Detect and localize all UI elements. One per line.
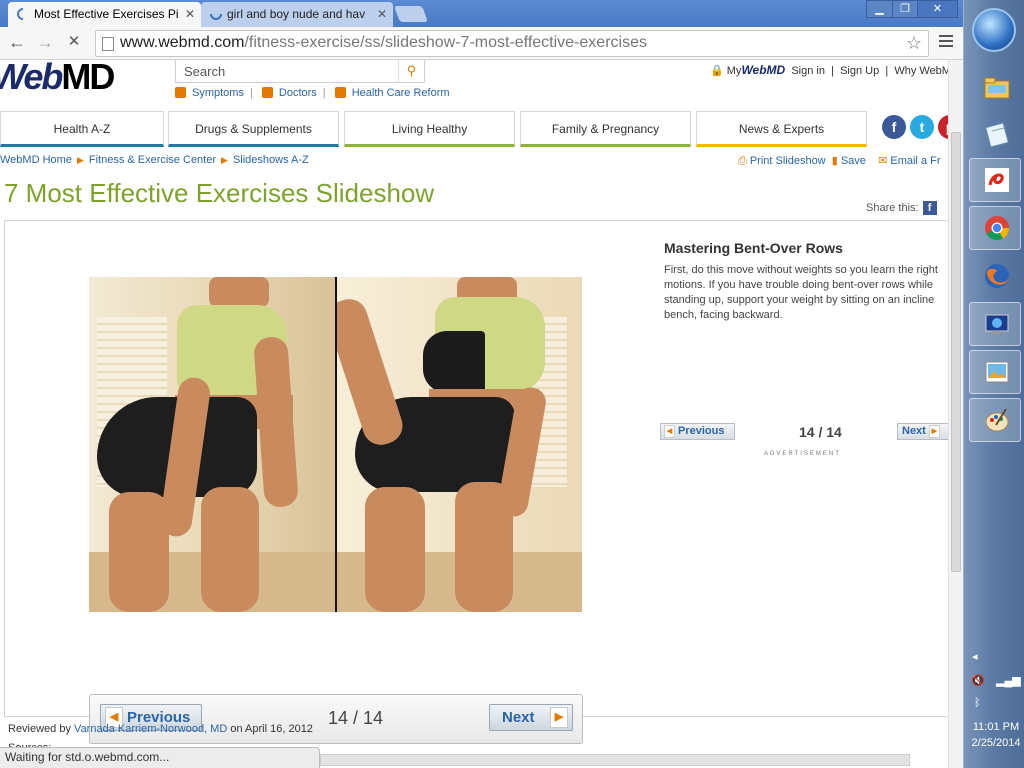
save-icon: ▮: [831, 155, 838, 167]
photo-viewer-icon[interactable]: [969, 350, 1021, 394]
share-bar: Share this: f: [866, 201, 937, 215]
lock-icon: 🔒: [710, 65, 724, 77]
chrome-icon[interactable]: [969, 206, 1021, 250]
nav-tab-drugs[interactable]: Drugs & Supplements: [168, 111, 339, 147]
pinterest-icon[interactable]: p: [938, 115, 948, 139]
save-link[interactable]: Save: [841, 155, 866, 167]
tab-title: Most Effective Exercises Pi: [34, 7, 179, 21]
symptoms-link[interactable]: Symptoms: [192, 87, 244, 99]
health-reform-icon: [334, 87, 346, 98]
tab-active[interactable]: Most Effective Exercises Pi ✕: [8, 2, 201, 27]
doctors-link[interactable]: Doctors: [279, 87, 317, 99]
email-link[interactable]: Email a Fr: [890, 155, 940, 167]
tab-title: girl and boy nude and hav: [227, 7, 366, 21]
tab-close-icon[interactable]: ✕: [377, 2, 387, 26]
network-icon[interactable]: ▂▄▆: [996, 674, 1021, 687]
horizontal-scrollbar[interactable]: [320, 754, 910, 766]
email-icon: ✉: [878, 155, 888, 167]
doctors-icon: [261, 87, 273, 98]
advertisement-label: ADVERTISEMENT: [764, 451, 841, 457]
quick-links: Symptoms | Doctors | Health Care Reform: [175, 87, 456, 99]
remote-desktop-icon[interactable]: [969, 302, 1021, 346]
bluetooth-icon[interactable]: ᛒ: [974, 697, 981, 709]
print-icon: ⎙: [738, 155, 747, 167]
browser-toolbar: ← → ✕ www.webmd.com/fitness-exercise/ss/…: [0, 27, 963, 60]
health-reform-link[interactable]: Health Care Reform: [352, 87, 450, 99]
clock[interactable]: 11:01 PM 2/25/2014: [966, 719, 1024, 751]
slide-counter: 14 / 14: [328, 708, 384, 728]
previous-button-small[interactable]: ◀ Previous: [660, 423, 735, 440]
tab-close-icon[interactable]: ✕: [185, 2, 195, 26]
page-title: 7 Most Effective Exercises Slideshow: [4, 178, 435, 208]
page-viewport: WebMD Search ⚲ Symptoms| Doctors| Health…: [0, 60, 948, 768]
slide-description: First, do this move without weights so y…: [664, 264, 938, 321]
why-webmd-link[interactable]: Why WebM: [894, 65, 948, 77]
airtel-icon[interactable]: [969, 158, 1021, 202]
url-text: www.webmd.com/fitness-exercise/ss/slides…: [120, 34, 647, 51]
nav-tab-health-a-z[interactable]: Health A-Z: [0, 111, 164, 147]
photo-right: [337, 277, 582, 612]
twitter-icon[interactable]: t: [910, 115, 934, 139]
main-nav: Health A-Z Drugs & Supplements Living He…: [0, 111, 948, 147]
search-input[interactable]: Search ⚲: [175, 60, 425, 83]
user-links: 🔒 MyWebMD Sign in | Sign Up | Why WebM: [710, 63, 948, 77]
volume-muted-icon[interactable]: 🔇: [971, 674, 985, 687]
paint-icon[interactable]: [969, 398, 1021, 442]
nav-tab-living-healthy[interactable]: Living Healthy: [344, 111, 515, 147]
status-bubble: Waiting for std.o.webmd.com...: [0, 747, 320, 768]
breadcrumb: WebMD Home ▶ Fitness & Exercise Center ▶ Sli…: [0, 154, 309, 166]
taskbar: ◂ 🔇 ▂▄▆ ᛒ 11:01 PM 2/25/2014: [963, 0, 1024, 768]
reviewer-link[interactable]: Varnada Karriem-Norwood, MD: [74, 723, 227, 735]
arrow-left-icon: ◀: [664, 425, 675, 438]
close-window-button[interactable]: ✕: [917, 0, 958, 18]
stop-icon[interactable]: ✕: [63, 33, 85, 53]
slide-heading: Mastering Bent-Over Rows: [664, 240, 843, 256]
vertical-scrollbar[interactable]: [948, 60, 963, 768]
webmd-logo[interactable]: WebMD: [0, 60, 115, 98]
loading-spinner-icon: [17, 8, 24, 20]
nav-tab-family[interactable]: Family & Pregnancy: [520, 111, 691, 147]
forward-icon[interactable]: →: [34, 33, 56, 53]
slide-counter-small: 14 / 14: [799, 424, 842, 440]
facebook-share-icon[interactable]: f: [922, 201, 937, 215]
chrome-menu-icon[interactable]: [939, 35, 953, 50]
page-tools: ⎙ Print Slideshow ▮ Save ✉ Email a Fr: [738, 154, 940, 168]
review-credit: Reviewed by Varnada Karriem-Norwood, MD …: [8, 723, 313, 735]
slide-image: [89, 277, 582, 612]
next-button[interactable]: Next ▶: [489, 704, 573, 731]
restore-button[interactable]: ❐: [892, 0, 918, 18]
facebook-icon[interactable]: f: [882, 115, 906, 139]
bookmark-star-icon[interactable]: ☆: [906, 33, 922, 54]
new-tab-button[interactable]: [394, 6, 428, 22]
title-bar: Most Effective Exercises Pi ✕ girl and b…: [0, 0, 963, 27]
firefox-icon[interactable]: [969, 254, 1021, 298]
print-slideshow-link[interactable]: Print Slideshow: [750, 155, 826, 167]
screen: Most Effective Exercises Pi ✕ girl and b…: [0, 0, 1024, 768]
address-bar[interactable]: www.webmd.com/fitness-exercise/ss/slides…: [95, 30, 929, 57]
loading-spinner-icon: [210, 13, 222, 20]
next-button-small[interactable]: Next ▶: [897, 423, 948, 440]
arrow-right-icon: ▶: [550, 707, 568, 728]
breadcrumb-slideshows[interactable]: Slideshows A-Z: [233, 154, 309, 166]
breadcrumb-home[interactable]: WebMD Home: [0, 154, 72, 166]
arrow-right-icon: ▶: [928, 425, 940, 438]
slide-pager: ◀ Previous 14 / 14 Next ▶: [89, 694, 583, 744]
tray-expand-icon[interactable]: ◂: [972, 650, 978, 663]
tab-inactive[interactable]: girl and boy nude and hav ✕: [201, 2, 393, 27]
sign-in-link[interactable]: Sign in: [791, 65, 825, 77]
search-icon[interactable]: ⚲: [398, 60, 424, 82]
start-button[interactable]: [972, 8, 1016, 52]
back-icon[interactable]: ←: [6, 33, 28, 53]
nav-tab-news[interactable]: News & Experts: [696, 111, 867, 147]
breadcrumb-fitness[interactable]: Fitness & Exercise Center: [89, 154, 216, 166]
sign-up-link[interactable]: Sign Up: [840, 65, 879, 77]
symptoms-icon: [175, 87, 186, 98]
chrome-window: Most Effective Exercises Pi ✕ girl and b…: [0, 0, 963, 768]
notepad-icon[interactable]: [969, 112, 1021, 156]
page-icon: [102, 37, 114, 51]
minimize-button[interactable]: ▁: [866, 0, 893, 18]
explorer-icon[interactable]: [969, 66, 1021, 110]
photo-left: [89, 277, 335, 612]
